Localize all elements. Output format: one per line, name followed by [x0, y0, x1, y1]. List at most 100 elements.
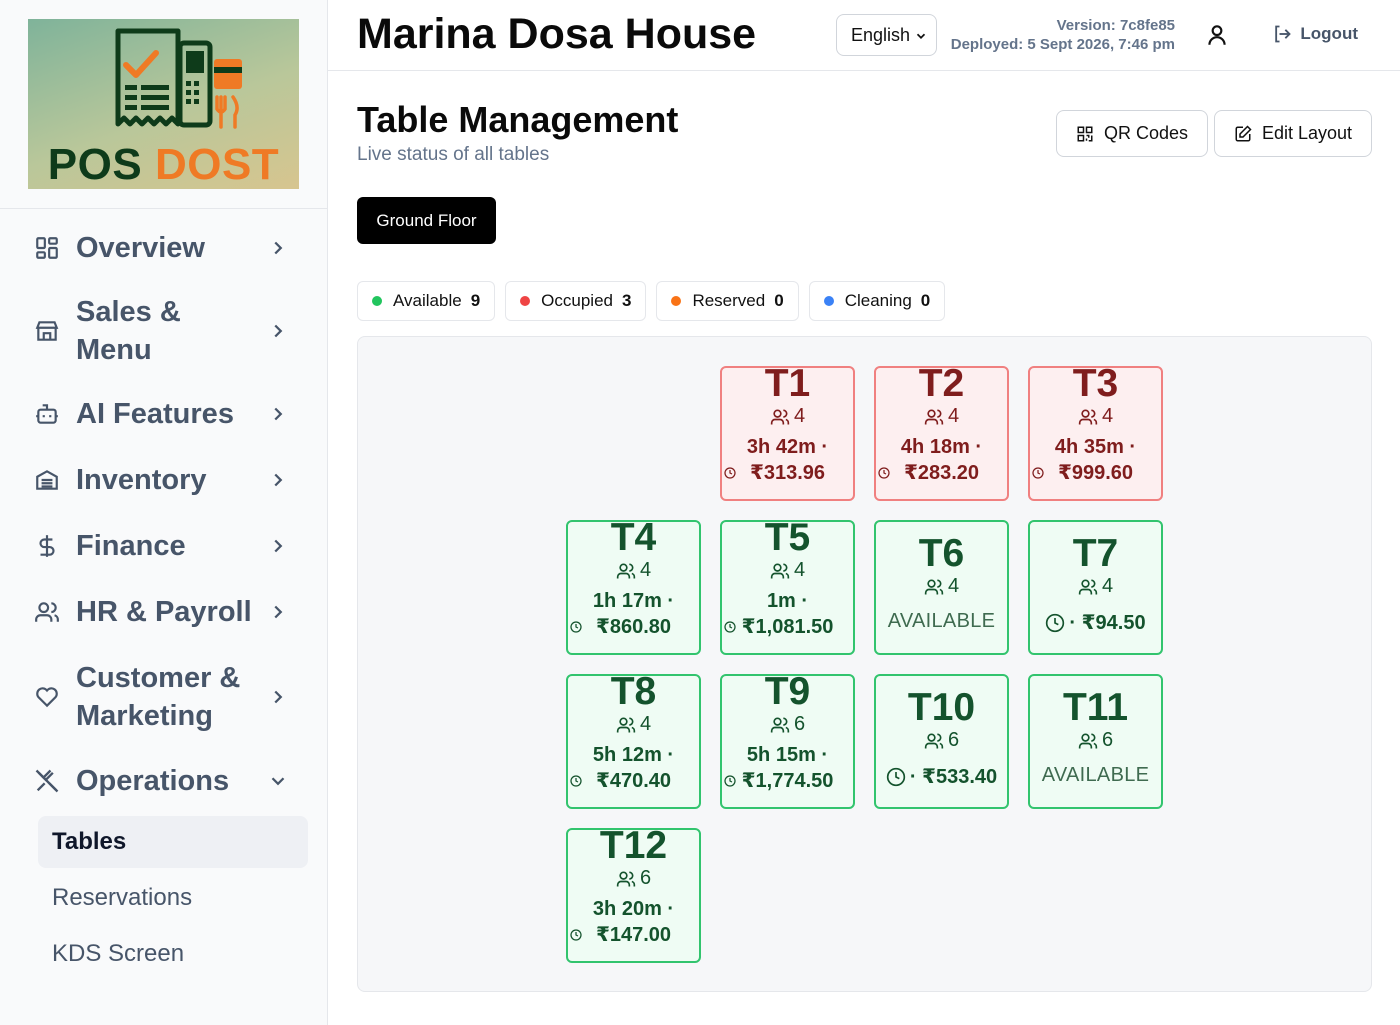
sidebar-item-label: Operations [76, 765, 230, 797]
logo-word-dost: DOST [154, 140, 280, 189]
sidebar-item-sales-menu[interactable]: Sales & Menu [0, 281, 327, 381]
logout-button[interactable]: Logout [1272, 24, 1358, 44]
table-amount: ₹1,081.50 [741, 616, 834, 638]
table-duration: 1m · [766, 590, 809, 612]
bot-icon [32, 399, 62, 429]
page-title: Table Management [357, 99, 679, 140]
seat-count: 4 [947, 575, 960, 597]
users-icon [616, 563, 636, 578]
edit-icon [1235, 124, 1252, 141]
sidebar-item-ai-features[interactable]: AI Features [0, 381, 327, 447]
status-dot [372, 296, 382, 306]
chevron-right-icon [274, 407, 283, 421]
restaurant-name: Marina Dosa House [357, 10, 757, 58]
table-name: T2 [918, 366, 965, 405]
status-chip-cleaning: Cleaning 0 [808, 281, 946, 321]
table-card-t11[interactable]: T11 6 AVAILABLE [1028, 674, 1163, 809]
seat-count: 6 [1101, 729, 1114, 751]
seat-count: 6 [947, 729, 960, 751]
sidebar-item-finance[interactable]: Finance [0, 513, 327, 579]
table-name: T9 [764, 674, 811, 713]
table-status: AVAILABLE [1041, 764, 1150, 786]
sidebar-item-overview[interactable]: Overview [0, 215, 327, 281]
status-count: 0 [774, 291, 784, 310]
table-name: T8 [610, 674, 657, 713]
store-icon [32, 316, 62, 346]
version-info: Version: 7c8fe85 Deployed: 5 Sept 2026, … [951, 16, 1175, 54]
utensils-crossed-icon [32, 766, 62, 796]
status-chip-reserved: Reserved 0 [656, 281, 799, 321]
table-name: T7 [1072, 532, 1119, 575]
sidebar-subitem-kds-screen[interactable]: KDS Screen [38, 928, 308, 980]
table-duration: 3h 42m · [746, 436, 829, 458]
table-card-t4[interactable]: T4 4 1h 17m · ₹860.80 [566, 520, 701, 655]
table-name: T11 [1062, 686, 1129, 729]
table-seats: 6 [568, 867, 699, 890]
deployed-text: Deployed: 5 Sept 2026, 7:46 pm [950, 36, 1175, 53]
top-header: Marina Dosa House English Version: 7c8fe… [328, 0, 1400, 71]
table-seats: 6 [876, 729, 1007, 752]
sidebar-item-operations[interactable]: Operations [0, 748, 327, 814]
table-card-t1[interactable]: T1 4 3h 42m · ₹313.96 [720, 366, 855, 501]
status-dot [823, 296, 834, 306]
table-name: T12 [599, 828, 668, 867]
logout-label: Logout [1300, 24, 1358, 43]
table-clock-amount: · ₹94.50 [1030, 610, 1161, 635]
logo-word-pos: POS [47, 140, 143, 189]
users-icon [770, 563, 790, 578]
table-duration: 5h 12m · [592, 744, 675, 766]
sidebar-subitem-reservations[interactable]: Reservations [38, 872, 308, 924]
clock-icon [1046, 613, 1065, 632]
sidebar: POS DOST Overview Sales & Menu AI Featur… [0, 0, 328, 1025]
clock-icon [570, 775, 582, 787]
sidebar-item-label: AI Features [76, 398, 234, 430]
language-select[interactable]: English [836, 14, 937, 56]
table-status: AVAILABLE [887, 610, 996, 632]
table-name: T1 [764, 366, 811, 405]
table-amount: ₹999.60 [1057, 462, 1134, 484]
sidebar-item-customer-marketing[interactable]: Customer & Marketing [0, 645, 327, 748]
sidebar-item-label: HR & Payroll [76, 596, 252, 628]
chevron-right-icon [274, 605, 283, 619]
table-duration: 5h 15m · [746, 744, 829, 766]
status-count: 3 [621, 291, 632, 310]
chevron-right-icon [274, 539, 283, 553]
clock-icon [570, 929, 582, 941]
table-card-t3[interactable]: T3 4 4h 35m · ₹999.60 [1028, 366, 1163, 501]
users-icon [770, 717, 790, 732]
user-icon[interactable] [1204, 22, 1230, 48]
table-card-t6[interactable]: T6 4 AVAILABLE [874, 520, 1009, 655]
status-label: Occupied [541, 291, 613, 310]
sidebar-item-label: Finance [76, 530, 186, 562]
table-card-t9[interactable]: T9 6 5h 15m · ₹1,774.50 [720, 674, 855, 809]
sidebar-item-hr-payroll[interactable]: HR & Payroll [0, 579, 327, 645]
clock-icon [878, 467, 890, 479]
chevron-right-icon [274, 241, 283, 255]
sidebar-subitem-tables[interactable]: Tables [38, 816, 308, 868]
clock-icon [724, 467, 736, 479]
table-card-t7[interactable]: T7 4 · ₹94.50 [1028, 520, 1163, 655]
sidebar-item-label: Customer & Marketing [76, 661, 241, 732]
users-icon [616, 717, 636, 732]
qr-codes-button[interactable]: QR Codes [1055, 110, 1208, 157]
table-card-t2[interactable]: T2 4 4h 18m · ₹283.20 [874, 366, 1009, 501]
table-card-t8[interactable]: T8 4 5h 12m · ₹470.40 [566, 674, 701, 809]
pos-dost-logo[interactable]: POS DOST [28, 19, 299, 189]
clock-icon [724, 621, 736, 633]
table-duration: 4h 18m · [900, 436, 983, 458]
table-name: T6 [918, 532, 965, 575]
table-card-t5[interactable]: T5 4 1m · ₹1,081.50 [720, 520, 855, 655]
table-amount: ₹470.40 [595, 770, 672, 792]
status-label: Available [393, 291, 462, 310]
table-amount: ₹313.96 [749, 462, 826, 484]
logo-wordmark: POS DOST [28, 143, 299, 187]
tab-ground-floor[interactable]: Ground Floor [357, 197, 496, 244]
seat-count: 4 [1101, 405, 1114, 427]
table-card-t10[interactable]: T10 6 · ₹533.40 [874, 674, 1009, 809]
edit-layout-button[interactable]: Edit Layout [1213, 110, 1372, 157]
table-card-t12[interactable]: T12 6 3h 20m · ₹147.00 [566, 828, 701, 963]
qr-code-icon [1077, 126, 1093, 141]
chevron-down-icon [271, 777, 285, 786]
sidebar-item-inventory[interactable]: Inventory [0, 447, 327, 513]
sidebar-item-label: Inventory [76, 464, 207, 496]
